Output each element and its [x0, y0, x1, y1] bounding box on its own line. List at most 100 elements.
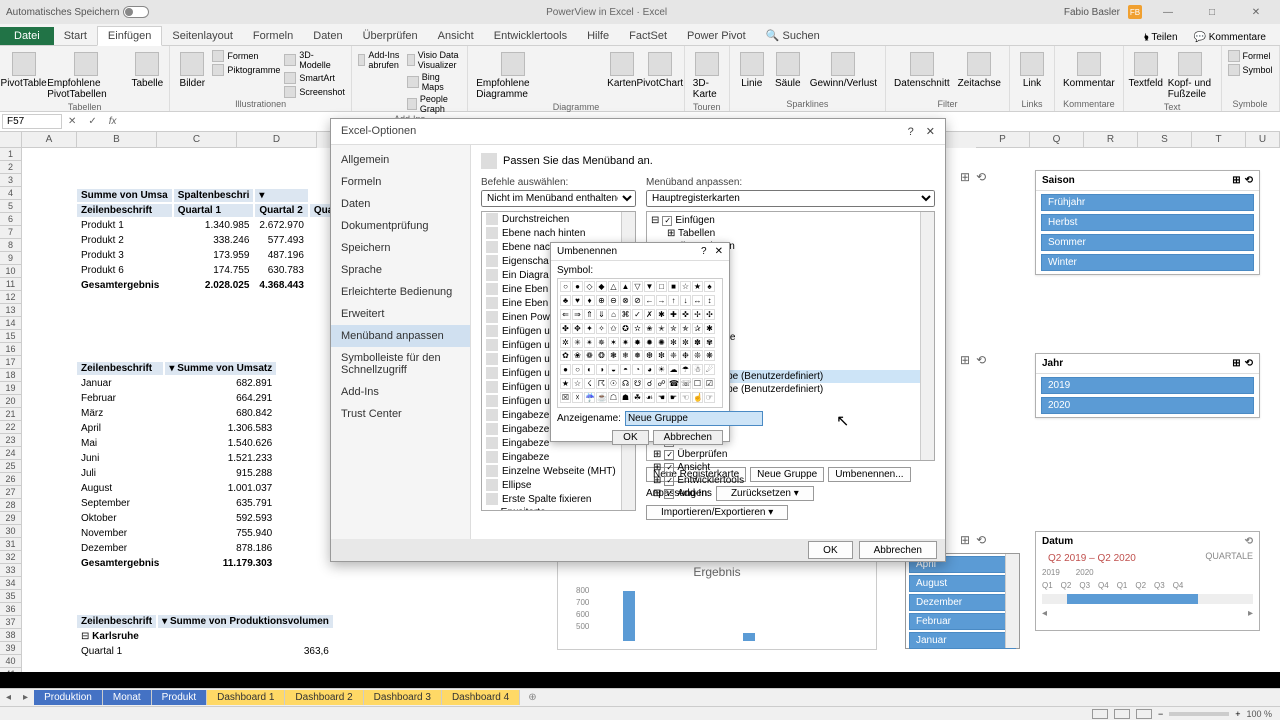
symbol-item[interactable]: ⇒	[572, 309, 583, 320]
slicer-saison[interactable]: Saison⊞⟲ Frühjahr Herbst Sommer Winter	[1035, 170, 1260, 275]
symbol-item[interactable]: ⊗	[620, 295, 631, 306]
row-23[interactable]: 23	[0, 434, 22, 447]
formel-button[interactable]: Formel	[1228, 50, 1273, 62]
sheet-tab[interactable]: Dashboard 4	[442, 690, 520, 705]
symbol-item[interactable]: ☋	[632, 378, 643, 389]
symbol-item[interactable]: ☍	[656, 378, 667, 389]
symbol-item[interactable]: ⇐	[560, 309, 571, 320]
symbol-item[interactable]: ✫	[632, 323, 643, 334]
symbol-item[interactable]: ❊	[692, 350, 703, 361]
row-35[interactable]: 35	[0, 590, 22, 603]
symbol-item[interactable]: ☁	[668, 364, 679, 375]
sheet-tab[interactable]: Produktion	[34, 690, 103, 705]
clear-filter-icon[interactable]: ⟲	[976, 170, 986, 184]
symbol-item[interactable]: ○	[572, 364, 583, 375]
tab-ueberpruefen[interactable]: Überprüfen	[353, 27, 428, 45]
row-25[interactable]: 25	[0, 460, 22, 473]
symbol-item[interactable]: ☓	[572, 392, 583, 403]
fx-cancel[interactable]: ✕	[62, 116, 82, 127]
timeline-unit[interactable]: QUARTALE	[1205, 551, 1253, 566]
symbol-item[interactable]: ⊕	[596, 295, 607, 306]
zoom-slider[interactable]	[1169, 712, 1229, 716]
people-button[interactable]: People Graph	[407, 94, 461, 114]
options-sidebar-item[interactable]: Erleichterte Bedienung	[331, 281, 470, 303]
symbol-item[interactable]: ✦	[584, 323, 595, 334]
options-sidebar-item[interactable]: Speichern	[331, 237, 470, 259]
symbol-item[interactable]: ☙	[644, 392, 655, 403]
tab-einfuegen[interactable]: Einfügen	[97, 26, 162, 46]
symbol-item[interactable]: ✶	[608, 337, 619, 348]
symbol-item[interactable]: ↔	[692, 295, 703, 306]
row-33[interactable]: 33	[0, 564, 22, 577]
symbol-item[interactable]: ✴	[584, 337, 595, 348]
sheet-tab[interactable]: Dashboard 2	[285, 690, 363, 705]
symbol-item[interactable]: □	[656, 281, 667, 292]
sheet-tab[interactable]: Dashboard 1	[207, 690, 285, 705]
symbol-item[interactable]: ❃	[608, 350, 619, 361]
clear-filter-icon[interactable]: ⟲	[976, 353, 986, 367]
symbol-item[interactable]: ☜	[680, 392, 691, 403]
row-39[interactable]: 39	[0, 642, 22, 655]
sheet-nav-right[interactable]: ▸	[17, 692, 34, 703]
clear-filter-icon[interactable]: ⟲	[1245, 536, 1253, 547]
pivot-table-3[interactable]: Zeilenbeschrift▾ Summe von Produktionsvo…	[75, 613, 335, 660]
row-27[interactable]: 27	[0, 486, 22, 499]
col-A[interactable]: A	[22, 132, 77, 148]
row-16[interactable]: 16	[0, 343, 22, 356]
kommentare-button[interactable]: 💬 Kommentare	[1188, 30, 1272, 45]
symbol-item[interactable]: ◓	[620, 364, 631, 375]
slicer-item[interactable]: Herbst	[1041, 214, 1254, 231]
symbol-item[interactable]: ❆	[644, 350, 655, 361]
sheet-tab[interactable]: Produkt	[152, 690, 207, 705]
row-6[interactable]: 6	[0, 213, 22, 226]
chart-gallery[interactable]	[556, 50, 602, 90]
pivot-table-2[interactable]: Zeilenbeschrift▾ Summe von Umsatz Januar…	[75, 360, 278, 572]
tab-daten[interactable]: Daten	[303, 27, 352, 45]
maximize-button[interactable]: □	[1194, 0, 1230, 24]
close-button[interactable]: ✕	[1238, 0, 1274, 24]
symbol-item[interactable]: ↕	[704, 295, 715, 306]
symbol-item[interactable]: ✧	[596, 323, 607, 334]
sheet-tab[interactable]: Dashboard 3	[364, 690, 442, 705]
autosave-toggle[interactable]	[123, 6, 149, 18]
tree-node[interactable]: ⊞ Ansicht	[649, 461, 932, 474]
symbol-item[interactable]: ❀	[572, 350, 583, 361]
3dmodelle-button[interactable]: 3D-Modelle	[284, 50, 345, 70]
row-20[interactable]: 20	[0, 395, 22, 408]
symbol-item[interactable]: ✭	[656, 323, 667, 334]
symbol-item[interactable]: ☑	[704, 378, 715, 389]
tree-node[interactable]: ⊞ Entwicklertools	[649, 474, 932, 487]
symbol-item[interactable]: ✸	[632, 337, 643, 348]
symbol-item[interactable]: ❈	[668, 350, 679, 361]
name-box[interactable]: F57	[2, 114, 62, 129]
pivot-table-1[interactable]: Summe von UmsaSpaltenbeschri▾ Zeilenbesc…	[75, 187, 339, 294]
row-38[interactable]: 38	[0, 629, 22, 642]
col-S[interactable]: S	[1138, 132, 1192, 148]
symbol-item[interactable]: ○	[560, 281, 571, 292]
options-sidebar-item[interactable]: Sprache	[331, 259, 470, 281]
symbol-item[interactable]: ✪	[620, 323, 631, 334]
command-item[interactable]: Eingabeze	[482, 450, 635, 464]
col-U[interactable]: U	[1246, 132, 1280, 148]
symbol-item[interactable]: ■	[668, 281, 679, 292]
symbol-item[interactable]: ♠	[704, 281, 715, 292]
symbol-item[interactable]: ●	[560, 364, 571, 375]
dialog-help-icon[interactable]: ?	[701, 246, 707, 257]
smartart-button[interactable]: SmartArt	[284, 72, 345, 84]
tabelle-button[interactable]: Tabelle	[131, 50, 163, 91]
symbol-item[interactable]: ☝	[692, 392, 703, 403]
timeline-datum[interactable]: Datum⟲ Q2 2019 – Q2 2020 QUARTALE 201920…	[1035, 531, 1260, 631]
symbol-item[interactable]: ▲	[620, 281, 631, 292]
tab-factset[interactable]: FactSet	[619, 27, 677, 45]
symbol-item[interactable]: ☉	[608, 378, 619, 389]
spark-gewinn-button[interactable]: Gewinn/Verlust	[808, 50, 879, 91]
spark-linie-button[interactable]: Linie	[736, 50, 768, 91]
symbol-item[interactable]: ◒	[608, 364, 619, 375]
symbol-item[interactable]: ☗	[620, 392, 631, 403]
symbol-item[interactable]: ←	[644, 295, 655, 306]
symbol-item[interactable]: ◔	[632, 364, 643, 375]
row-21[interactable]: 21	[0, 408, 22, 421]
col-C[interactable]: C	[157, 132, 237, 148]
sheet-tab[interactable]: Monat	[103, 690, 152, 705]
row-41[interactable]: 41	[0, 668, 22, 672]
